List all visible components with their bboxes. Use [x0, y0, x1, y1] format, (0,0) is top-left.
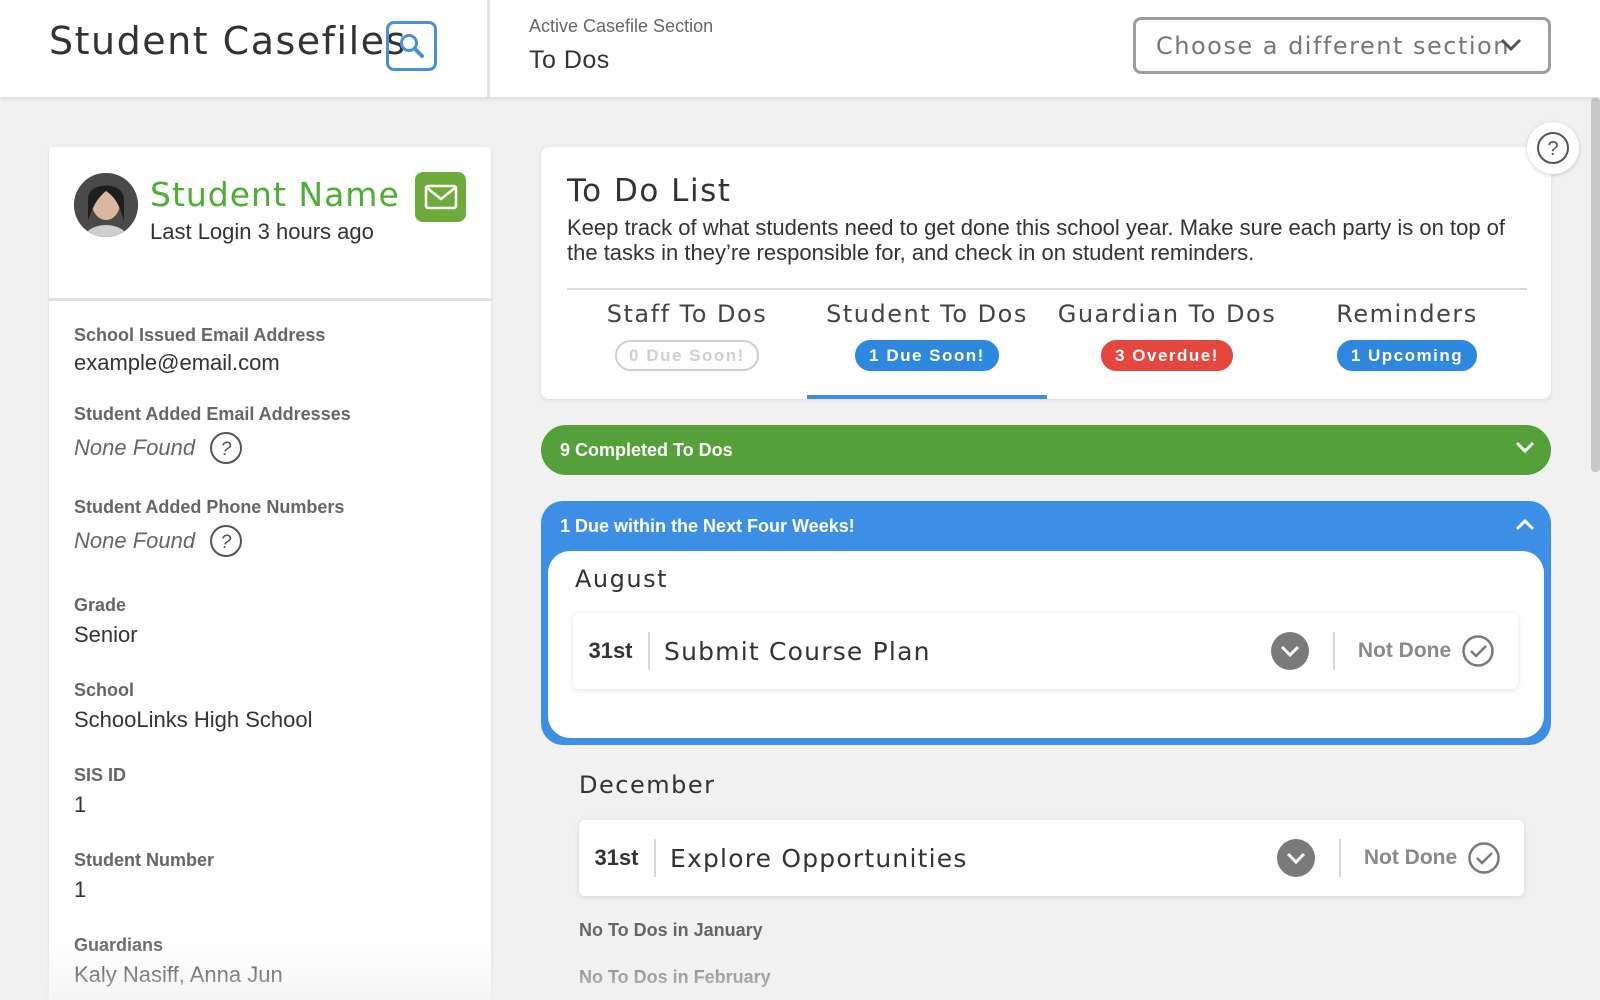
section-select-text: Choose a different section — [1156, 31, 1510, 60]
status-badge: 0 Due Soon! — [615, 340, 759, 371]
tab-reminders[interactable]: Reminders 1 Upcoming — [1287, 290, 1527, 399]
field-label: Student Number — [74, 850, 215, 870]
field-value: Senior — [74, 622, 138, 647]
chevron-down-icon — [1286, 852, 1306, 865]
field-added-phones: Student Added Phone Numbers None Found ? — [74, 497, 344, 558]
field-label: Student Added Phone Numbers — [74, 497, 345, 517]
field-label: School Issued Email Address — [74, 325, 326, 345]
status-badge: 1 Due Soon! — [855, 340, 999, 371]
empty-month-note: No To Dos in February — [579, 967, 771, 987]
field-label: Grade — [74, 595, 127, 615]
check-circle-icon — [1468, 842, 1500, 874]
tab-label: Student To Dos — [826, 300, 1028, 328]
field-label: Guardians — [74, 935, 164, 955]
tab-label: Reminders — [1336, 300, 1478, 328]
search-button[interactable] — [386, 21, 437, 71]
field-label: School — [74, 680, 135, 700]
chevron-down-icon — [1500, 38, 1522, 52]
empty-month-note: No To Dos in January — [579, 920, 763, 940]
field-value-row: None Found ? — [74, 431, 351, 465]
tab-label: Staff To Dos — [606, 300, 768, 328]
todo-status: Not Done — [1357, 639, 1452, 662]
section-select[interactable]: Choose a different section — [1133, 17, 1551, 74]
student-card-header: Student Name Last Login 3 hours ago — [49, 147, 491, 301]
todo-list-title: To Do List — [567, 173, 732, 209]
due-soon-header[interactable]: 1 Due within the Next Four Weeks! — [541, 501, 1551, 551]
expand-todo-button[interactable] — [1277, 839, 1315, 877]
status-badge: 1 Upcoming — [1336, 340, 1478, 371]
field-value: SchooLinks High School — [74, 707, 313, 732]
help-button[interactable]: ? — [1527, 122, 1579, 174]
question-circle-icon: ? — [210, 432, 243, 464]
field-value: 1 — [74, 792, 87, 817]
field-school: School SchooLinks High School — [74, 680, 312, 733]
mark-done-button[interactable]: Not Done — [1341, 841, 1524, 875]
todo-tabs: Staff To Dos 0 Due Soon! Student To Dos … — [567, 288, 1527, 399]
completed-todos-bar[interactable]: 9 Completed To Dos — [541, 425, 1551, 475]
field-value: None Found — [74, 435, 196, 460]
question-circle-icon: ? — [210, 525, 243, 557]
field-student-number: Student Number 1 — [74, 850, 214, 903]
active-section-value: To Dos — [529, 46, 610, 74]
chevron-down-icon — [1515, 441, 1535, 454]
todo-day: 31st — [579, 839, 656, 877]
tab-label: Guardian To Dos — [1057, 300, 1277, 328]
chevron-up-icon — [1515, 518, 1535, 531]
todo-title[interactable]: Submit Course Plan — [650, 637, 1271, 666]
todo-list-card: To Do List Keep track of what students n… — [541, 147, 1551, 399]
todo-day: 31st — [573, 632, 650, 670]
field-label: Student Added Email Addresses — [74, 404, 351, 424]
month-title: August — [575, 565, 668, 593]
search-icon — [399, 34, 424, 58]
status-badge: 3 Overdue! — [1101, 340, 1233, 371]
completed-todos-label: 9 Completed To Dos — [560, 439, 733, 460]
due-soon-label: 1 Due within the Next Four Weeks! — [560, 515, 855, 536]
svg-text:?: ? — [221, 532, 232, 553]
check-circle-icon — [1462, 635, 1494, 667]
todo-status: Not Done — [1363, 846, 1458, 869]
app-header: Student Casefiles Active Casefile Sectio… — [0, 0, 1600, 97]
field-guardians: Guardians Kaly Nasiff, Anna Jun — [74, 935, 283, 988]
field-grade: Grade Senior — [74, 595, 138, 648]
question-circle-icon: ? — [1537, 132, 1569, 164]
todo-list-description: Keep track of what students need to get … — [567, 215, 1506, 265]
student-name: Student Name — [150, 175, 400, 214]
due-soon-list: August 31st Submit Course Plan Not Done — [548, 551, 1544, 738]
field-value: 1 — [74, 877, 87, 902]
expand-todo-button[interactable] — [1271, 632, 1309, 670]
field-value: Kaly Nasiff, Anna Jun — [74, 962, 283, 987]
field-sis-id: SIS ID 1 — [74, 765, 126, 818]
email-student-button[interactable] — [415, 172, 466, 222]
tab-staff-todos[interactable]: Staff To Dos 0 Due Soon! — [567, 290, 807, 399]
todo-title[interactable]: Explore Opportunities — [656, 844, 1277, 873]
tab-student-todos[interactable]: Student To Dos 1 Due Soon! — [807, 290, 1047, 399]
last-login: Last Login 3 hours ago — [150, 219, 374, 244]
field-school-email: School Issued Email Address example@emai… — [74, 325, 325, 376]
info-button[interactable]: ? — [209, 431, 243, 465]
mail-icon — [424, 184, 457, 210]
student-card: Student Name Last Login 3 hours ago Scho… — [49, 147, 491, 1000]
header-left: Student Casefiles — [0, 0, 490, 97]
app-title: Student Casefiles — [49, 19, 407, 63]
month-title: December — [579, 771, 716, 799]
field-value-row: None Found ? — [74, 524, 344, 558]
field-added-emails: Student Added Email Addresses None Found… — [74, 404, 351, 465]
chevron-down-icon — [1280, 645, 1300, 658]
svg-text:?: ? — [1547, 138, 1558, 160]
info-button[interactable]: ? — [209, 524, 243, 558]
due-soon-section: 1 Due within the Next Four Weeks! August… — [541, 501, 1551, 745]
tab-guardian-todos[interactable]: Guardian To Dos 3 Overdue! — [1047, 290, 1287, 399]
page-scrollbar[interactable] — [1591, 98, 1600, 472]
active-section-label: Active Casefile Section — [529, 16, 714, 36]
mark-done-button[interactable]: Not Done — [1335, 634, 1518, 668]
svg-text:?: ? — [221, 439, 232, 460]
todo-item: 31st Explore Opportunities Not Done — [579, 820, 1524, 896]
field-label: SIS ID — [74, 765, 127, 785]
field-value: None Found — [74, 528, 196, 553]
field-value: example@email.com — [74, 350, 280, 375]
avatar — [74, 173, 138, 237]
todo-item: 31st Submit Course Plan Not Done — [573, 613, 1518, 689]
